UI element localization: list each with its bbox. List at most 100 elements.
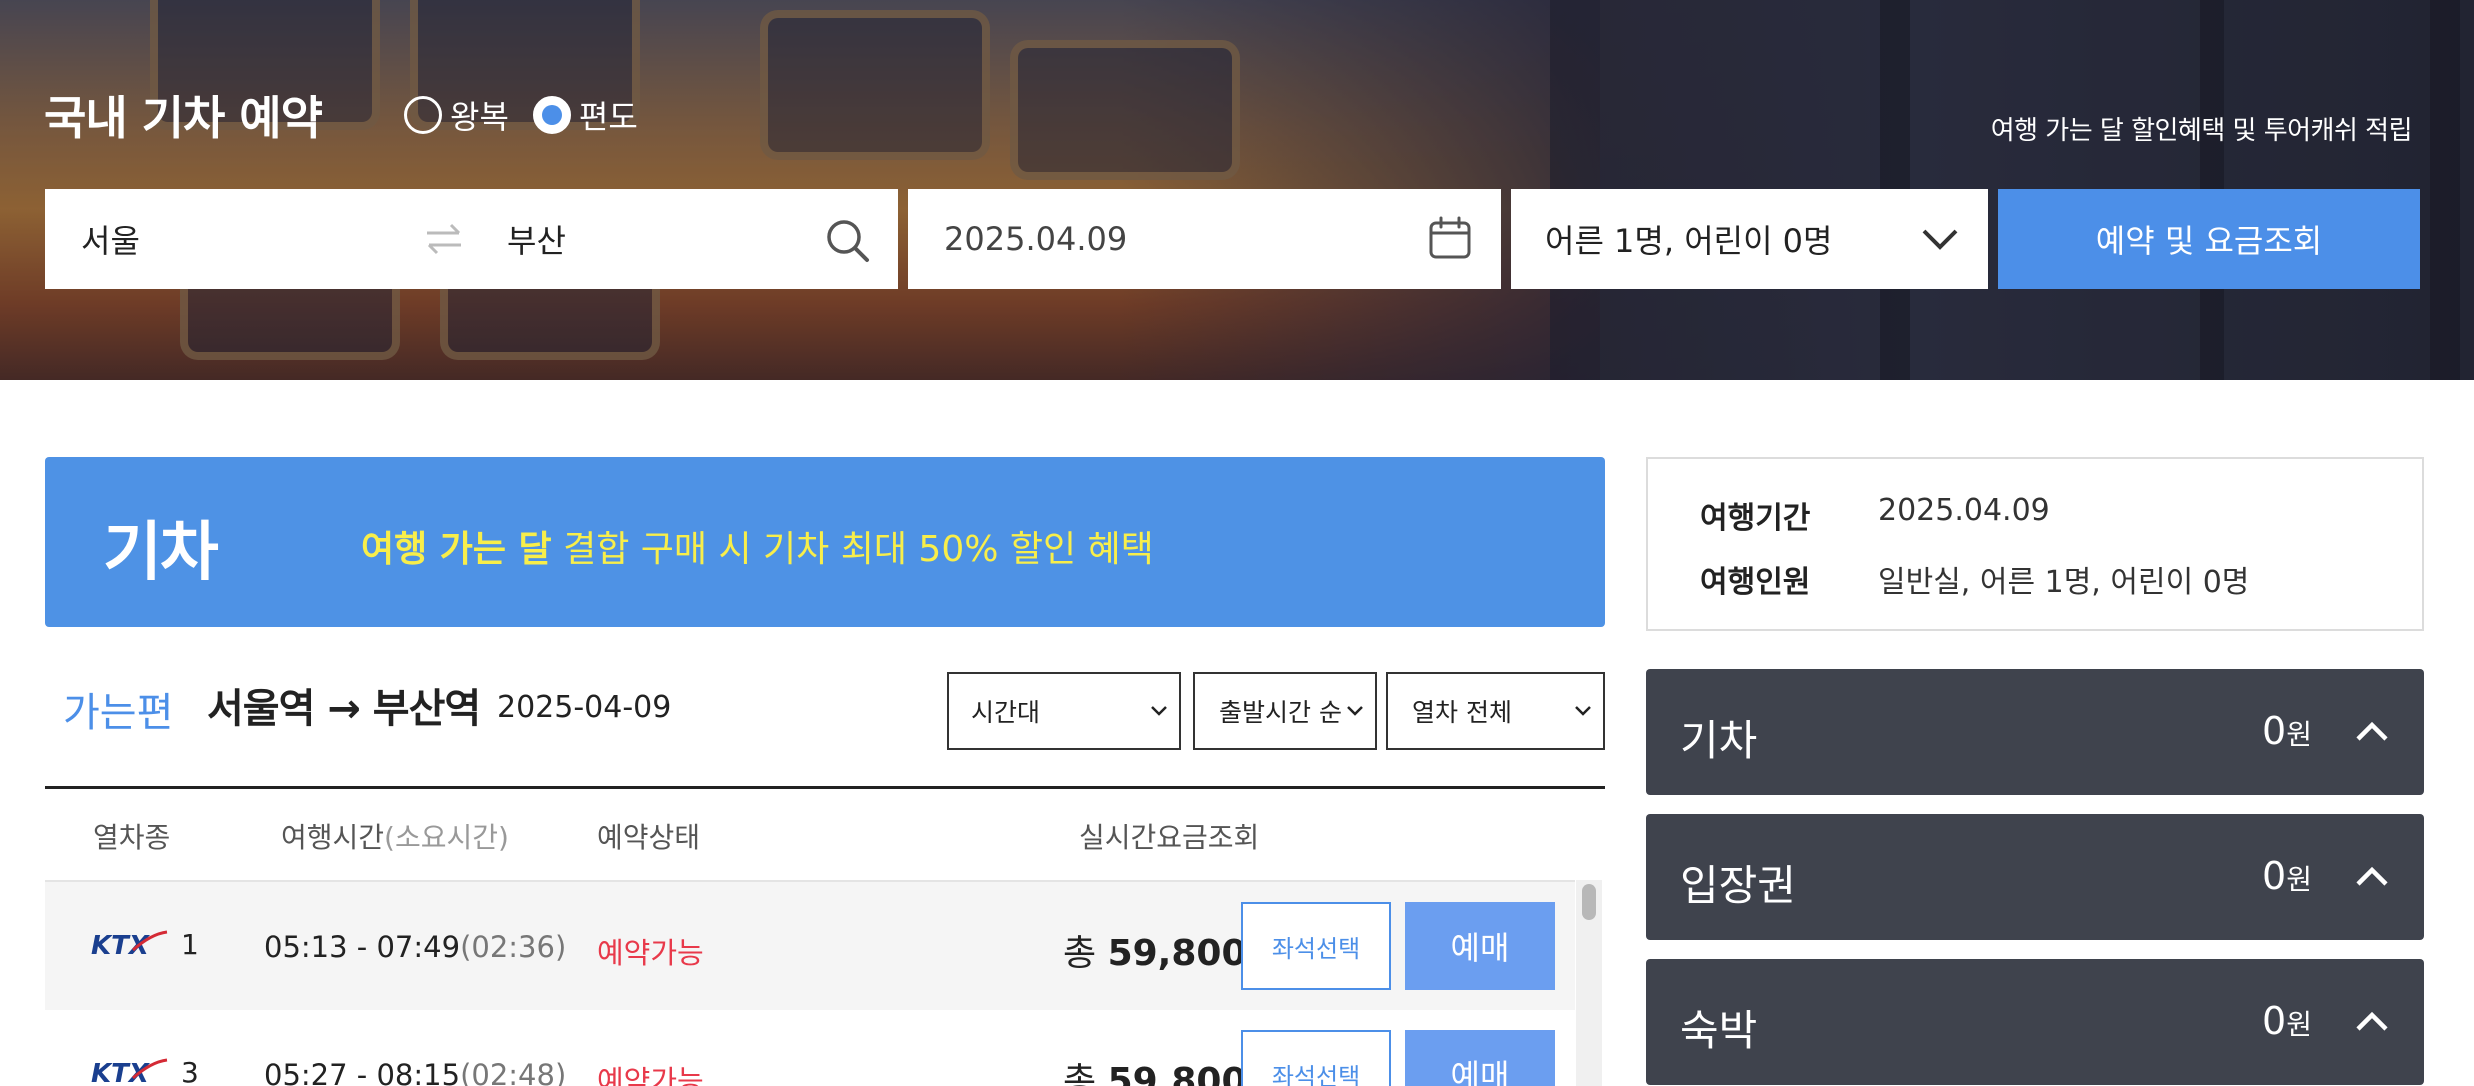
price-prefix: 총	[1063, 933, 1097, 974]
price: 총 59,800	[1063, 1052, 1247, 1086]
table-top-divider	[45, 786, 1605, 789]
order-value: 출발시간 순	[1219, 698, 1342, 727]
svg-text:KTX: KTX	[91, 931, 151, 960]
book-button[interactable]: 예매	[1405, 1030, 1555, 1086]
seat-select-button[interactable]: 좌석선택	[1241, 902, 1391, 990]
col-status: 예약상태	[597, 821, 701, 854]
col-travel-time-label: 여행시간	[281, 821, 385, 854]
cart-section-ticket[interactable]: 입장권 0원	[1646, 814, 2424, 940]
table-header: 열차종 여행시간(소요시간) 예약상태 실시간요금조회	[45, 790, 1605, 880]
travel-time: 05:27 - 08:15(02:48)	[264, 1058, 566, 1086]
cart-section-title: 입장권	[1680, 861, 1796, 910]
chevron-up-icon[interactable]	[2354, 1007, 2390, 1035]
chevron-down-icon	[1151, 706, 1167, 716]
chevron-up-icon[interactable]	[2354, 717, 2390, 745]
train-number: 1	[181, 928, 199, 961]
train-number: 3	[181, 1056, 199, 1086]
table-row: KTX 1 05:13 - 07:49(02:36) 예약가능 총 59,800…	[45, 882, 1575, 1010]
search-bar: 서울 부산 2025.04.09 어른 1명, 어린이 0명 예약 및 요금조회	[45, 189, 2420, 289]
time-filter-select[interactable]: 시간대	[947, 672, 1181, 750]
search-icon[interactable]	[824, 217, 870, 263]
cart-section-lodging[interactable]: 숙박 0원	[1646, 959, 2424, 1085]
people-value: 일반실, 어른 1명, 어린이 0명	[1878, 565, 2250, 600]
date-value: 2025.04.09	[944, 220, 1128, 258]
amount-value: 0	[2262, 709, 2287, 753]
promo-banner: 기차 여행 가는 달 결합 구매 시 기차 최대 50% 할인 혜택	[45, 457, 1605, 627]
chevron-up-icon[interactable]	[2354, 862, 2390, 890]
amount-value: 0	[2262, 854, 2287, 898]
price: 총 59,800	[1063, 924, 1247, 976]
trip-type-oneway-label: 편도	[578, 98, 638, 136]
search-submit-button[interactable]: 예약 및 요금조회	[1998, 189, 2420, 289]
calendar-icon[interactable]	[1427, 215, 1473, 261]
direction-label: 가는편	[63, 690, 174, 736]
ktx-logo-icon: KTX	[91, 930, 168, 960]
results-table: KTX 1 05:13 - 07:49(02:36) 예약가능 총 59,800…	[45, 880, 1575, 1086]
amount-unit: 원	[2286, 863, 2312, 896]
passenger-value: 어른 1명, 어린이 0명	[1545, 222, 1833, 260]
results-header: 가는편 서울역 → 부산역 2025-04-09 시간대 출발시간 순 열차 전…	[45, 670, 1605, 760]
trip-type-oneway[interactable]: 편도	[532, 92, 638, 138]
cart-section-amount: 0원	[2262, 709, 2312, 753]
ktx-logo-icon: KTX	[91, 1058, 168, 1086]
promo-title: 기차	[103, 516, 219, 590]
col-fare: 실시간요금조회	[1079, 821, 1260, 854]
cart-section-title: 기차	[1680, 716, 1758, 765]
departure-station[interactable]: 서울	[81, 216, 140, 262]
chevron-down-icon	[1575, 706, 1591, 716]
price-value: 59,800	[1107, 933, 1247, 974]
scrollbar-thumb[interactable]	[1582, 884, 1596, 920]
trip-summary: 여행기간 2025.04.09 여행인원 일반실, 어른 1명, 어린이 0명	[1646, 457, 2424, 631]
amount-value: 0	[2262, 999, 2287, 1043]
cart-section-amount: 0원	[2262, 854, 2312, 898]
hero-banner: 국내 기차 예약 왕복 편도 여행 가는 달 할인혜택 및 투어캐쉬 적립 서울…	[0, 0, 2474, 380]
table-row: KTX 3 05:27 - 08:15(02:48) 예약가능 총 59,800…	[45, 1010, 1575, 1086]
arrival-station[interactable]: 부산	[507, 216, 566, 262]
col-train: 열차종	[93, 821, 171, 854]
duration: (02:36)	[460, 930, 567, 964]
duration: (02:48)	[460, 1058, 567, 1086]
radio-checked-icon[interactable]	[532, 96, 571, 134]
trip-type-roundtrip[interactable]: 왕복	[404, 92, 509, 138]
promo-text: 여행 가는 달 결합 구매 시 기차 최대 50% 할인 혜택	[361, 520, 1154, 572]
radio-unchecked-icon[interactable]	[404, 96, 442, 134]
results-scrollbar[interactable]	[1576, 880, 1602, 1086]
trip-type-radio-group: 왕복 편도	[404, 92, 638, 138]
period-label: 여행기간	[1700, 501, 1811, 536]
cart-section-title: 숙박	[1680, 1006, 1758, 1055]
travel-time-value: 05:13 - 07:49	[264, 930, 461, 964]
price-prefix: 총	[1063, 1061, 1097, 1086]
page-title: 국내 기차 예약	[44, 91, 323, 145]
results-date: 2025-04-09	[497, 690, 672, 725]
chevron-down-icon	[1347, 706, 1363, 716]
date-field[interactable]: 2025.04.09	[908, 189, 1501, 289]
route-field[interactable]: 서울 부산	[45, 189, 898, 289]
people-label: 여행인원	[1700, 565, 1811, 600]
cart-section-amount: 0원	[2262, 999, 2312, 1043]
route-title: 서울역 → 부산역	[207, 686, 481, 732]
book-button[interactable]: 예매	[1405, 902, 1555, 990]
passenger-select[interactable]: 어른 1명, 어린이 0명	[1511, 189, 1988, 289]
amount-unit: 원	[2286, 1008, 2312, 1041]
price-value: 59,800	[1107, 1061, 1247, 1086]
period-value: 2025.04.09	[1878, 493, 2050, 528]
col-travel-time-sub: (소요시간)	[384, 821, 509, 854]
train-type-select[interactable]: 열차 전체	[1386, 672, 1605, 750]
time-filter-value: 시간대	[971, 698, 1041, 727]
trip-type-roundtrip-label: 왕복	[450, 98, 509, 136]
amount-unit: 원	[2286, 718, 2312, 751]
status-badge: 예약가능	[597, 1064, 704, 1086]
travel-time-value: 05:27 - 08:15	[264, 1058, 461, 1086]
travel-time: 05:13 - 07:49(02:36)	[264, 930, 566, 964]
chevron-down-icon	[1922, 229, 1958, 250]
col-travel-time: 여행시간(소요시간)	[281, 816, 509, 856]
status-badge: 예약가능	[597, 936, 704, 970]
promo-highlight: 여행 가는 달	[361, 529, 552, 570]
swap-arrows-icon[interactable]	[423, 221, 465, 257]
seat-select-button[interactable]: 좌석선택	[1241, 1030, 1391, 1086]
order-select[interactable]: 출발시간 순	[1193, 672, 1377, 750]
promo-note: 여행 가는 달 할인혜택 및 투어캐쉬 적립	[1990, 116, 2413, 146]
cart-section-train[interactable]: 기차 0원	[1646, 669, 2424, 795]
train-type-value: 열차 전체	[1412, 698, 1512, 727]
promo-description: 결합 구매 시 기차 최대 50% 할인 혜택	[551, 529, 1154, 570]
